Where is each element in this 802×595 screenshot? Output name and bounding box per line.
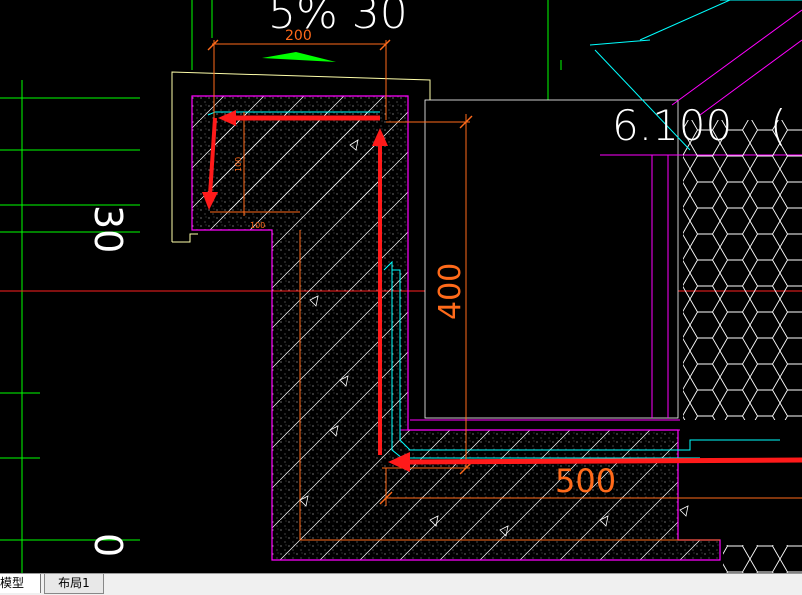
left-label-0: 0 bbox=[86, 533, 130, 557]
dim-small-vertical: 100 bbox=[234, 157, 243, 172]
cad-drawing-canvas[interactable]: 30 0 5% 30 200 400 500 100 100 6.100 ( bbox=[0, 0, 802, 573]
left-label-30: 30 bbox=[86, 205, 130, 253]
hex-insulation bbox=[683, 120, 802, 573]
dim-right-400: 400 bbox=[433, 263, 468, 320]
dim-small-horizontal: 100 bbox=[250, 221, 265, 230]
elevation-text: 6.100 bbox=[612, 101, 732, 150]
tab-layout1[interactable]: 布局1 bbox=[44, 574, 104, 594]
layout-tab-bar: 模型 布局1 bbox=[0, 573, 802, 595]
elevation-suffix: ( bbox=[770, 101, 786, 150]
tab-model[interactable]: 模型 bbox=[0, 574, 41, 593]
dim-top-200: 200 bbox=[285, 28, 312, 44]
concrete-section bbox=[191, 95, 721, 561]
dim-bottom-500: 500 bbox=[555, 462, 616, 500]
slope-arrow bbox=[262, 52, 336, 62]
